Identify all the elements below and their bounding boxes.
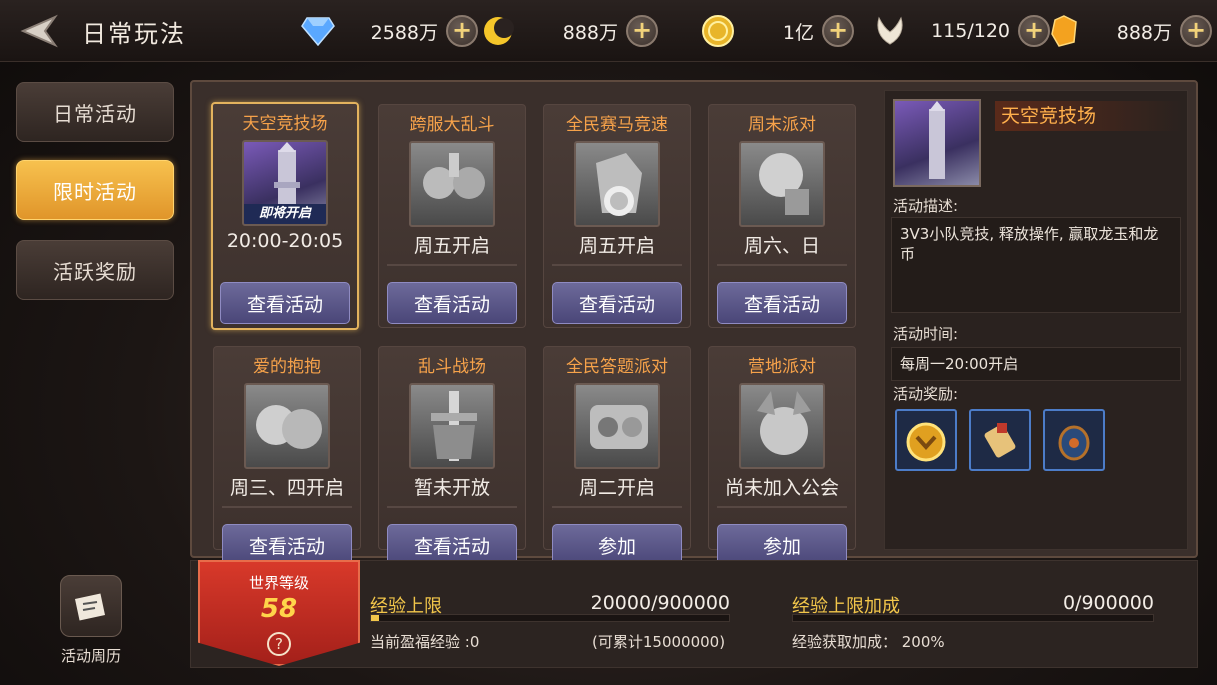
lantern-icon[interactable] bbox=[1043, 409, 1105, 471]
reward-label: 活动奖励: bbox=[893, 385, 959, 403]
activity-portrait: 即将开启 bbox=[242, 140, 328, 226]
activity-card[interactable]: 周末派对 周六、日 查看活动 bbox=[708, 104, 856, 328]
activity-portrait bbox=[574, 141, 660, 227]
diamond-icon bbox=[300, 13, 336, 49]
exp-cap-value: 20000/900000 bbox=[590, 592, 730, 614]
gold-coin-icon bbox=[700, 13, 736, 49]
desc-text: 3V3小队竞技, 释放操作, 赢取龙玉和龙币 bbox=[891, 217, 1181, 313]
quiz-machine-icon bbox=[590, 405, 648, 449]
wings-icon bbox=[872, 13, 908, 49]
view-activity-button[interactable]: 查看活动 bbox=[552, 282, 682, 324]
exp-bonus-bar bbox=[792, 614, 1154, 622]
detail-thumbnail bbox=[893, 99, 981, 187]
activity-portrait bbox=[244, 383, 330, 469]
view-activity-button[interactable]: 查看活动 bbox=[220, 282, 350, 324]
activity-portrait bbox=[409, 383, 495, 469]
world-level-value: 58 bbox=[260, 594, 298, 624]
activity-card[interactable]: 天空竞技场 即将开启 20:00-20:05 查看活动 bbox=[211, 102, 359, 330]
resource-crescent: 888万 + bbox=[480, 13, 658, 49]
tab-active-rewards[interactable]: 活跃奖励 bbox=[16, 240, 174, 300]
camp-character-icon bbox=[757, 391, 811, 455]
brawl-characters-icon bbox=[423, 153, 485, 199]
resource-crystal: 888万 + bbox=[1046, 13, 1212, 49]
add-crystal-button[interactable]: + bbox=[1180, 15, 1212, 47]
accumulate-text: (可累计15000000) bbox=[592, 633, 726, 651]
crescent-icon bbox=[480, 13, 516, 49]
activity-card[interactable]: 全民答题派对 周二开启 参加 bbox=[543, 346, 691, 566]
activity-portrait bbox=[409, 141, 495, 227]
detail-title: 天空竞技场 bbox=[995, 101, 1183, 131]
scroll-icon[interactable] bbox=[969, 409, 1031, 471]
resource-stamina: 115/120 + bbox=[872, 13, 1050, 49]
tower-icon bbox=[929, 101, 945, 179]
desc-label: 活动描述: bbox=[893, 197, 959, 215]
divider bbox=[717, 506, 847, 508]
activity-detail-panel: 天空竞技场 活动描述: 3V3小队竞技, 释放操作, 赢取龙玉和龙币 活动时间:… bbox=[884, 90, 1188, 550]
back-arrow-icon bbox=[20, 14, 58, 48]
resource-gold: 1亿 + bbox=[700, 13, 854, 49]
view-activity-button[interactable]: 查看活动 bbox=[717, 282, 847, 324]
exp-progress-bar bbox=[370, 614, 730, 622]
tab-limited[interactable]: 限时活动 bbox=[16, 160, 174, 220]
divider bbox=[387, 506, 517, 508]
activity-portrait bbox=[574, 383, 660, 469]
activity-card[interactable]: 跨服大乱斗 周五开启 查看活动 bbox=[378, 104, 526, 328]
horse-race-icon bbox=[596, 153, 642, 216]
activity-card[interactable]: 营地派对 尚未加入公会 参加 bbox=[708, 346, 856, 566]
time-label: 活动时间: bbox=[893, 325, 959, 343]
exp-progress-fill bbox=[371, 615, 379, 621]
resource-diamond: 2588万 + bbox=[300, 13, 478, 49]
activity-card[interactable]: 乱斗战场 暂未开放 查看活动 bbox=[378, 346, 526, 566]
crystal-icon bbox=[1046, 13, 1082, 49]
view-activity-button[interactable]: 查看活动 bbox=[387, 282, 517, 324]
surplus-exp: 当前盈福经验 :0 bbox=[370, 633, 480, 651]
activity-card[interactable]: 全民赛马竞速 周五开启 查看活动 bbox=[543, 104, 691, 328]
divider bbox=[222, 506, 352, 508]
page-title: 日常玩法 bbox=[82, 20, 186, 48]
divider bbox=[552, 264, 682, 266]
help-icon[interactable]: ? bbox=[267, 632, 291, 656]
activity-card[interactable]: 爱的抱抱 周三、四开启 查看活动 bbox=[213, 346, 361, 566]
back-button[interactable] bbox=[14, 10, 60, 52]
divider bbox=[387, 264, 517, 266]
coming-soon-badge: 即将开启 bbox=[244, 204, 326, 224]
party-character-icon bbox=[759, 153, 809, 215]
activity-calendar-button[interactable]: 活动周历 bbox=[56, 575, 126, 666]
calendar-icon bbox=[60, 575, 122, 637]
top-bar: 日常玩法 2588万 + 888万 + 1亿 + 115/120 + 888万 … bbox=[0, 0, 1217, 62]
add-diamond-button[interactable]: + bbox=[446, 15, 478, 47]
activity-portrait bbox=[739, 141, 825, 227]
tab-daily[interactable]: 日常活动 bbox=[16, 82, 174, 142]
add-gold-button[interactable]: + bbox=[822, 15, 854, 47]
activity-portrait bbox=[739, 383, 825, 469]
divider bbox=[717, 264, 847, 266]
time-text: 每周一20:00开启 bbox=[891, 347, 1181, 381]
sword-emblem-icon bbox=[431, 391, 477, 461]
add-crescent-button[interactable]: + bbox=[626, 15, 658, 47]
medal-icon[interactable] bbox=[895, 409, 957, 471]
gain-bonus-text: 经验获取加成： 200% bbox=[792, 633, 945, 651]
exp-bonus-value: 0/900000 bbox=[1062, 592, 1154, 614]
hug-characters-icon bbox=[256, 405, 322, 449]
divider bbox=[552, 506, 682, 508]
